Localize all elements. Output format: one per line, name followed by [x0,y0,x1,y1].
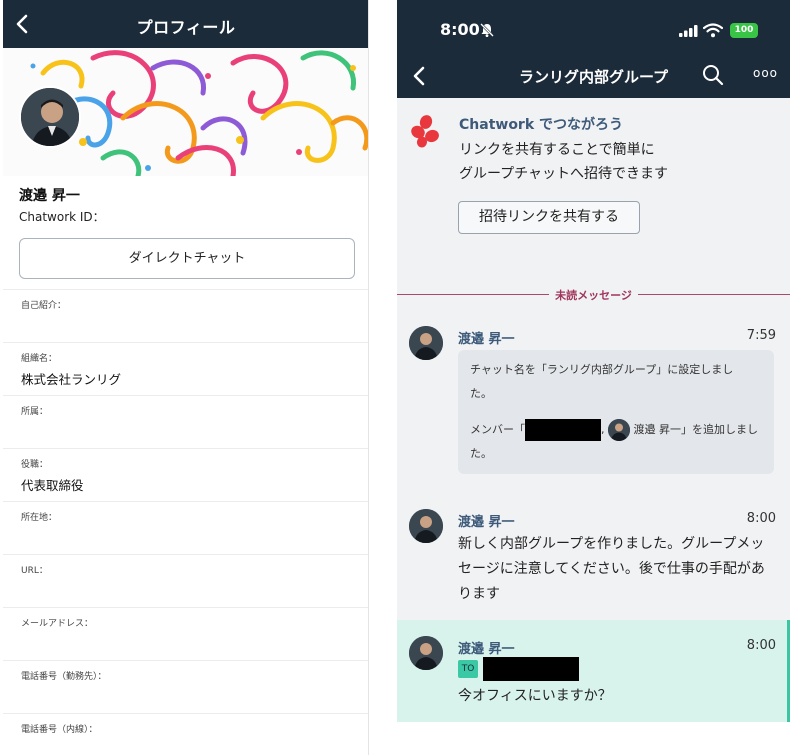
message-time: 8:00 [746,638,776,653]
field-label: メールアドレス： [21,619,94,629]
profile-field-organization: 組織名： 株式会社ランリグ [3,342,368,395]
direct-chat-button[interactable]: ダイレクトチャット [19,238,355,279]
system-text: チャット名を「ランリグ内部グループ」に設定しまし [470,363,734,376]
profile-avatar[interactable] [19,86,81,148]
sender-name: 渡邉 昇一 [458,642,515,657]
cellular-signal-icon [679,25,698,37]
field-label: 自己紹介： [21,301,67,311]
system-text: た。 [470,447,492,460]
field-value: 株式会社ランリグ [21,372,122,387]
chatwork-logo-icon [411,115,439,148]
status-time: 8:00 [440,20,480,39]
chatwork-id-label: Chatwork ID： [19,210,105,224]
avatar[interactable] [409,326,443,360]
profile-field-department: 所属： [3,395,368,448]
member-suffix: 」を追加しまし [681,423,758,436]
field-value: 代表取締役 [21,478,84,493]
profile-field-location: 所在地： [3,501,368,554]
profile-header: プロフィール [3,0,368,48]
unread-label: 未読メッセージ [549,289,638,302]
profile-title: プロフィール [136,18,236,37]
to-mention-badge: TO [458,660,478,678]
message-text: 今オフィスにいますか？ [458,688,612,704]
profile-fields: 自己紹介： 組織名： 株式会社ランリグ 所属： 役職： 代表取締役 所在地： U… [3,289,368,755]
sender-name: 渡邉 昇一 [458,515,515,530]
invite-description: リンクを共有することで簡単に グループチャットへ招待できます [459,138,668,186]
field-label: 組織名： [21,354,58,364]
profile-field-email: メールアドレス： [3,607,368,660]
screenshot-stage: プロフィール 渡邉 昇一 Chatwork ID： ダイレクトチャット 自己紹介… [0,0,796,755]
message-time: 7:59 [746,328,776,343]
sender-name: 渡邉 昇一 [458,332,515,347]
message-time: 8:00 [746,511,776,526]
profile-field-phone-work: 電話番号（勤務先）： [3,660,368,713]
member-added-line: メンバー「, 渡邉 昇一」を追加しまし [470,418,762,442]
member-name: 渡邉 昇一 [633,423,682,436]
share-invite-link-button[interactable]: 招待リンクを共有する [458,201,640,234]
profile-field-bio: 自己紹介： [3,289,368,342]
field-label: URL： [21,566,48,576]
search-icon[interactable] [702,64,724,86]
field-label: 役職： [21,460,49,470]
chat-screen: 8:00 100 ランリグ内部グループ ooo Chatwork でつながろう … [397,0,790,755]
unread-divider: 未読メッセージ [397,286,790,302]
field-label: 電話番号（内線）： [21,725,98,735]
chat-bottom-area [397,722,790,755]
member-prefix: メンバー「 [470,423,525,436]
avatar[interactable] [409,509,443,543]
system-text: た。 [470,387,492,400]
field-label: 所属： [21,407,49,417]
profile-field-phone-extension: 電話番号（内線）： [3,713,368,755]
avatar[interactable] [409,636,443,670]
profile-field-url: URL： [3,554,368,607]
redacted-name [525,419,601,441]
field-label: 所在地： [21,513,58,523]
unread-label-wrap: 未読メッセージ [397,287,790,303]
invite-line: グループチャットへ招待できます [459,166,669,182]
redacted-name [483,657,579,681]
wifi-icon [703,23,723,38]
profile-screen: プロフィール 渡邉 昇一 Chatwork ID： ダイレクトチャット 自己紹介… [3,0,369,755]
message-text: 新しく内部グループを作りました。グループメッセージに注意してください。後で仕事の… [458,536,765,602]
chat-header: 8:00 100 ランリグ内部グループ ooo [397,0,790,98]
profile-field-title: 役職： 代表取締役 [3,448,368,501]
chat-room-title: ランリグ内部グループ [518,68,669,86]
bell-muted-icon [480,23,494,37]
invite-heading: Chatwork でつながろう [459,117,624,133]
field-label: 電話番号（勤務先）： [21,672,107,682]
member-separator: , [601,423,605,436]
invite-line: リンクを共有することで簡単に [459,142,655,158]
profile-name: 渡邉 昇一 [19,188,80,204]
more-options-icon[interactable]: ooo [753,66,778,80]
system-message-box: チャット名を「ランリグ内部グループ」に設定しまし た。 メンバー「, 渡邉 昇一… [458,350,774,474]
battery-indicator: 100 [730,23,758,38]
avatar [608,419,630,441]
